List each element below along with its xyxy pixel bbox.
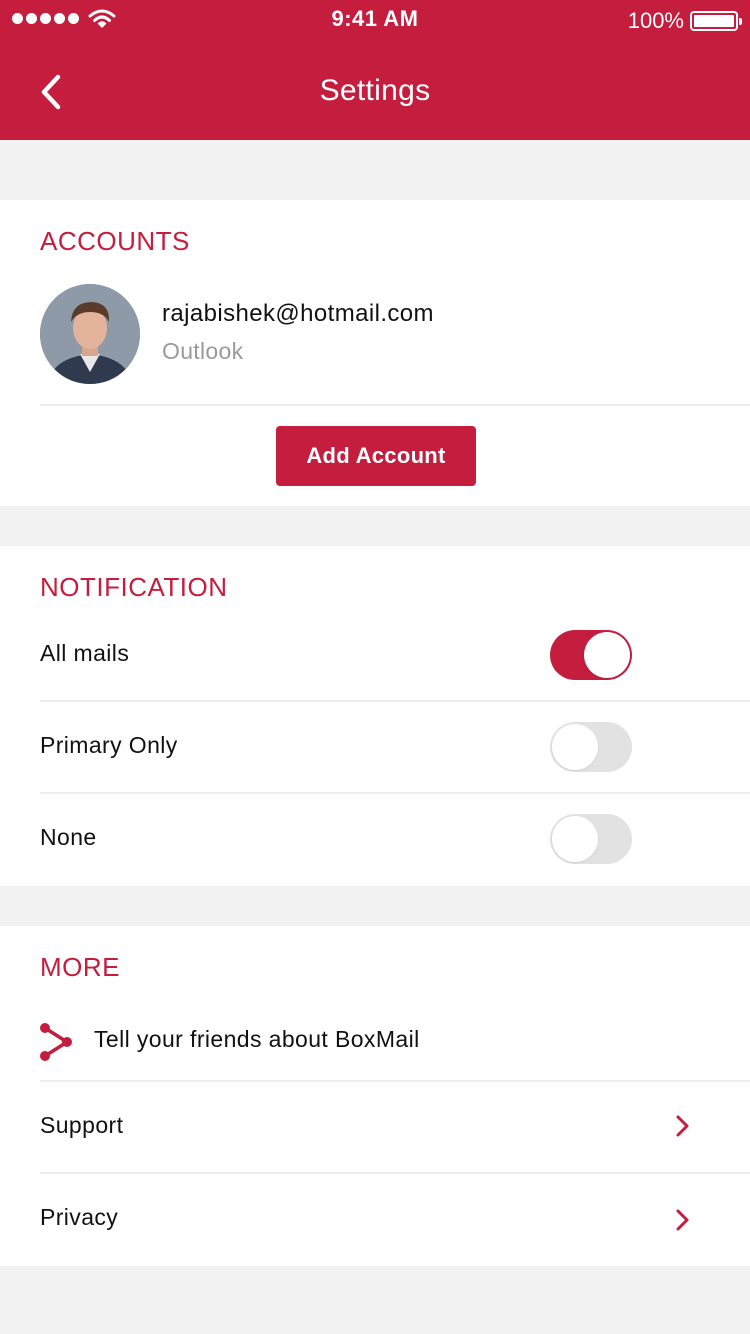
avatar [40,284,140,384]
divider [40,1080,750,1082]
accounts-section: ACCOUNTS rajabishek@hotmail.com Outlook … [0,200,750,506]
primary-only-label: Primary Only [40,732,178,758]
battery-icon [690,11,742,31]
nav-bar: 9:41 AM 100% Settings [0,0,750,140]
all-mails-toggle[interactable] [550,630,632,680]
all-mails-label: All mails [40,640,130,666]
chevron-right-icon[interactable] [672,1114,692,1138]
add-account-button[interactable]: Add Account [276,426,476,486]
chevron-right-icon[interactable] [672,1208,692,1232]
none-toggle[interactable] [550,814,632,864]
accounts-heading: ACCOUNTS [40,226,190,256]
primary-only-toggle[interactable] [550,722,632,772]
privacy-link[interactable]: Privacy [40,1204,118,1231]
divider [40,700,750,702]
share-icon[interactable] [38,1022,74,1062]
notification-section: NOTIFICATION All mails Primary Only None [0,546,750,886]
battery-percentage: 100% [627,8,684,33]
notification-heading: NOTIFICATION [40,572,228,602]
account-email[interactable]: rajabishek@hotmail.com [162,300,434,328]
support-link[interactable]: Support [40,1112,123,1139]
share-app-link[interactable]: Tell your friends about BoxMail [94,1026,420,1053]
divider [40,404,750,406]
more-heading: MORE [40,952,120,982]
divider [40,1172,750,1174]
page-title: Settings [319,74,431,107]
account-provider: Outlook [162,338,244,364]
more-section: MORE Tell your friends about BoxMail Sup… [0,926,750,1266]
divider [40,792,750,794]
status-bar: 9:41 AM 100% [0,0,750,40]
none-label: None [40,824,97,850]
